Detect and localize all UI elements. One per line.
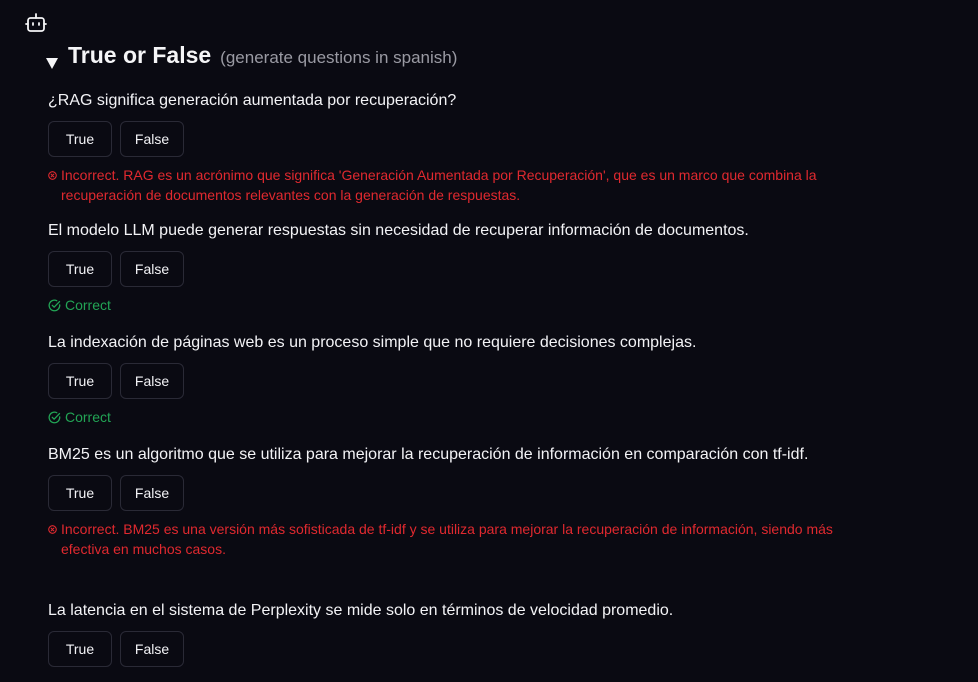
question-item: La latencia en el sistema de Perplexity … <box>48 598 848 667</box>
question-item: BM25 es un algoritmo que se utiliza para… <box>48 442 848 559</box>
correct-feedback: Correct <box>48 295 848 315</box>
question-text: El modelo LLM puede generar respuestas s… <box>48 222 749 239</box>
check-circle-icon <box>48 411 61 423</box>
question-text: La indexación de páginas web es un proce… <box>48 334 697 351</box>
true-button[interactable]: True <box>48 121 112 157</box>
answer-buttons: True False <box>48 121 848 157</box>
question-text: BM25 es un algoritmo que se utiliza para… <box>48 446 809 463</box>
question-text: La latencia en el sistema de Perplexity … <box>48 602 674 619</box>
check-circle-icon <box>48 299 61 311</box>
answer-buttons: True False <box>48 363 848 399</box>
section-title: True or False <box>68 42 212 68</box>
false-button[interactable]: False <box>120 363 184 399</box>
true-button[interactable]: True <box>48 475 112 511</box>
true-button[interactable]: True <box>48 251 112 287</box>
question-text: ¿RAG significa generación aumentada por … <box>48 92 457 109</box>
x-circle-icon <box>48 525 57 534</box>
feedback-text: Correct <box>65 409 111 425</box>
feedback-text: Correct <box>65 297 111 313</box>
true-button[interactable]: True <box>48 363 112 399</box>
false-button[interactable]: False <box>120 475 184 511</box>
true-button[interactable]: True <box>48 631 112 667</box>
bot-icon <box>25 13 47 32</box>
feedback-text: Incorrect. RAG es un acrónimo que signif… <box>61 167 817 203</box>
answer-buttons: True False <box>48 631 848 667</box>
answer-buttons: True False <box>48 251 848 287</box>
question-item: ¿RAG significa generación aumentada por … <box>48 88 848 205</box>
section-subtitle: (generate questions in spanish) <box>220 48 458 67</box>
correct-feedback: Correct <box>48 407 848 427</box>
false-button[interactable]: False <box>120 631 184 667</box>
section-header[interactable]: True or False (generate questions in spa… <box>46 42 848 74</box>
false-button[interactable]: False <box>120 251 184 287</box>
x-circle-icon <box>48 171 57 180</box>
incorrect-feedback: Incorrect. RAG es un acrónimo que signif… <box>48 165 848 205</box>
question-item: El modelo LLM puede generar respuestas s… <box>48 218 848 315</box>
true-false-section: True or False (generate questions in spa… <box>46 42 848 667</box>
incorrect-feedback: Incorrect. BM25 es una versión más sofis… <box>48 519 848 559</box>
false-button[interactable]: False <box>120 121 184 157</box>
question-item: La indexación de páginas web es un proce… <box>48 330 848 427</box>
feedback-text: Incorrect. BM25 es una versión más sofis… <box>61 521 833 557</box>
triangle-down-icon[interactable] <box>46 58 58 69</box>
answer-buttons: True False <box>48 475 848 511</box>
